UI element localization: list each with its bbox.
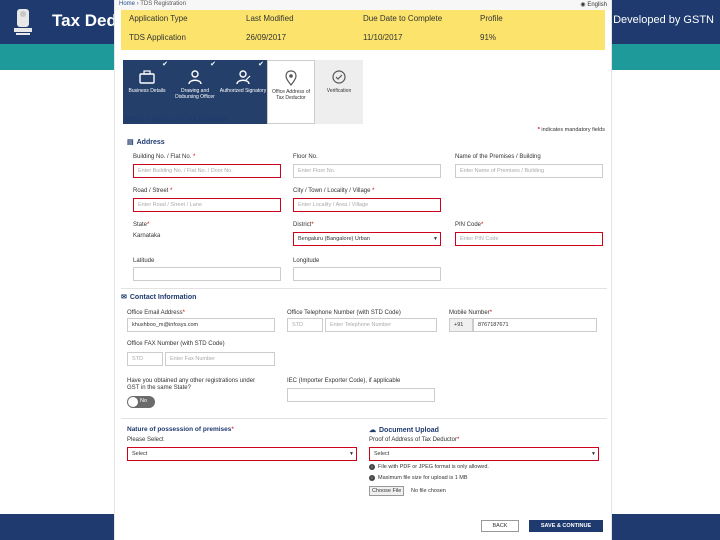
pin-label: PIN Code* [455,222,484,228]
info-icon: i [369,475,375,481]
globe-icon: ◉ [580,2,586,8]
longitude-input[interactable] [293,267,441,281]
proof-select[interactable]: Select [369,447,599,461]
summary-header: Application Type [129,14,188,23]
address-section-title: ▤ Address [127,138,165,147]
premises-name-label: Name of the Premises / Building [455,154,541,160]
premises-sub-label: Please Select [127,437,164,443]
summary-header: Last Modified [246,14,294,23]
summary-value: 11/10/2017 [363,33,403,42]
building-label: Building No. / Flat No. * [133,154,196,160]
format-note: i File with PDF or JPEG format is only a… [369,464,489,470]
telephone-std-input[interactable] [287,318,323,332]
check-icon: ✔ [210,61,216,68]
summary-header: Due Date to Complete [363,14,443,23]
choose-file-button[interactable]: Choose File [369,486,405,496]
step-verification[interactable]: Verification [315,60,363,124]
divider [121,288,607,289]
building-input[interactable] [133,164,281,178]
email-label: Office Email Address* [127,310,185,316]
city-input[interactable] [293,198,441,212]
iec-label: IEC (Importer Exporter Code), if applica… [287,378,401,384]
latitude-input[interactable] [133,267,281,281]
check-icon: ✔ [258,61,264,68]
premises-label: Nature of possession of premises* [127,426,234,433]
breadcrumb-home[interactable]: Home [119,1,135,7]
briefcase-icon [139,70,155,84]
road-label: Road / Street * [133,188,173,194]
size-note: i Maximum file size for upload is 1 MB [369,475,468,481]
mobile-input[interactable]: 8767187671 [473,318,597,332]
emblem-icon [14,9,32,35]
developed-by-text: Developed by GSTN [613,14,714,26]
step-authorized-signatory[interactable]: ✔ Authorized Signatory [219,60,267,124]
mobile-prefix: +91 [449,318,473,332]
other-registration-question: Have you obtained any other registration… [127,378,256,391]
step-business-details[interactable]: ✔ Business Details [123,60,171,124]
fax-input[interactable] [165,352,275,366]
city-label: City / Town / Locality / Village * [293,188,375,194]
district-select[interactable]: Bengaluru (Bangalore) Urban [293,232,441,246]
longitude-label: Longitude [293,258,320,264]
summary-header: Profile [480,14,503,23]
contact-section-title: ✉ Contact Information [121,293,197,302]
latitude-label: Latitude [133,258,155,264]
email-input[interactable]: khushboo_m@infosys.com [127,318,275,332]
signatory-icon [236,70,251,85]
check-circle-icon [332,70,346,84]
pin-input[interactable] [455,232,603,246]
application-summary: Application Type Last Modified Due Date … [121,10,605,50]
mobile-label: Mobile Number* [449,310,493,316]
summary-value: TDS Application [129,33,186,42]
save-continue-button[interactable]: SAVE & CONTINUE [529,520,603,532]
road-input[interactable] [133,198,281,212]
proof-label: Proof of Address of Tax Deductor* [369,437,460,443]
no-file-text: No file chosen [411,488,446,494]
premises-name-input[interactable] [455,164,603,178]
step-ddo[interactable]: ✔ Drawing and Disbursing Officer [171,60,219,124]
check-icon: ✔ [162,61,168,68]
page-title: Office Address of Tax Deductor [125,116,230,123]
floor-label: Floor No. [293,154,318,160]
summary-value: 26/09/2017 [246,33,287,42]
fax-label: Office FAX Number (with STD Code) [127,341,225,347]
floor-input[interactable] [293,164,441,178]
telephone-input[interactable] [325,318,437,332]
step-office-address[interactable]: Office Address of Tax Deductor [267,60,315,124]
address-card-icon: ▤ [127,139,134,146]
state-value: Karnataka [133,233,161,239]
divider [121,418,607,419]
telephone-label: Office Telephone Number (with STD Code) [287,310,401,316]
location-pin-icon [285,70,297,86]
state-label: State* [133,222,150,228]
info-icon: i [369,464,375,470]
chevron-down-icon: ▼ [349,451,354,457]
fax-std-input[interactable] [127,352,163,366]
breadcrumb: Home › TDS Registration ◉ English [115,0,611,10]
district-label: District* [293,222,314,228]
chevron-down-icon: ▼ [433,236,438,242]
back-button[interactable]: BACK [481,520,519,532]
iec-input[interactable] [287,388,435,402]
breadcrumb-current: TDS Registration [140,1,186,7]
language-selector[interactable]: ◉ English [580,1,607,9]
cloud-upload-icon: ☁ [369,427,376,434]
mandatory-note: * indicates mandatory fields [537,127,605,133]
portal-screenshot: Home › TDS Registration ◉ English Applic… [114,0,612,540]
officer-icon [188,70,202,85]
summary-value: 91% [480,33,497,42]
document-upload-title: ☁ Document Upload [369,426,439,435]
premises-select[interactable]: Select [127,447,357,461]
chevron-down-icon: ▼ [591,451,596,457]
other-registration-toggle[interactable]: No [127,396,155,408]
envelope-icon: ✉ [121,294,127,301]
